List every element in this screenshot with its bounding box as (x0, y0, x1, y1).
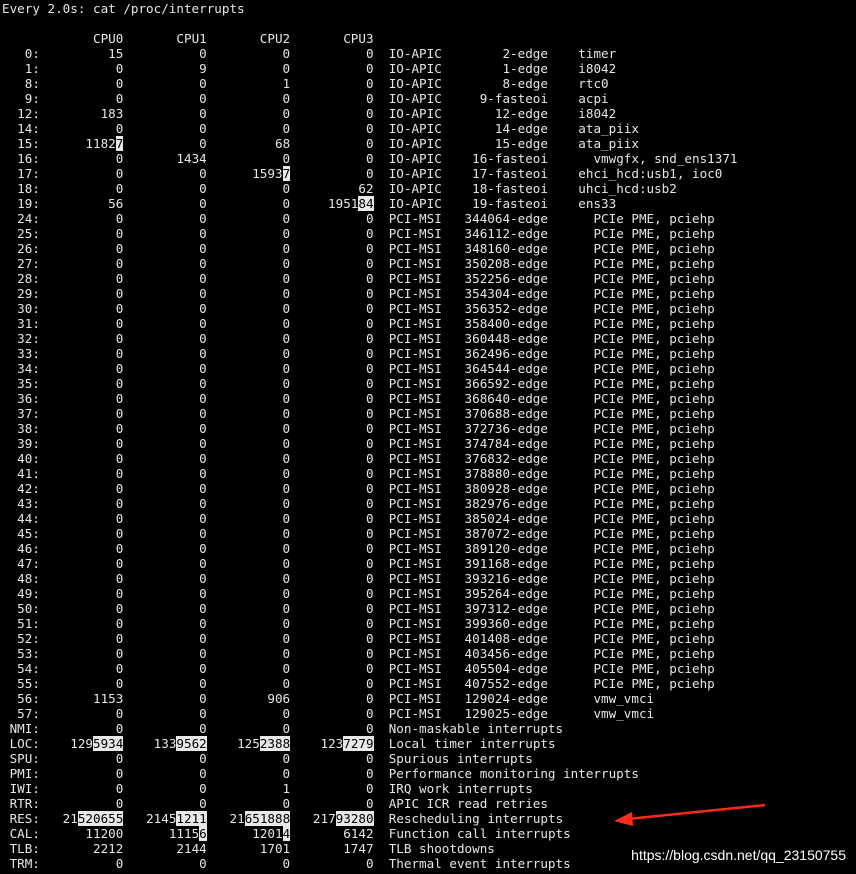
watermark-url: https://blog.csdn.net/qq_23150755 (631, 847, 846, 863)
terminal-window: Every 2.0s: cat /proc/interrupts CPU0 CP… (0, 0, 856, 874)
red-arrow-annotation-icon (614, 803, 766, 826)
